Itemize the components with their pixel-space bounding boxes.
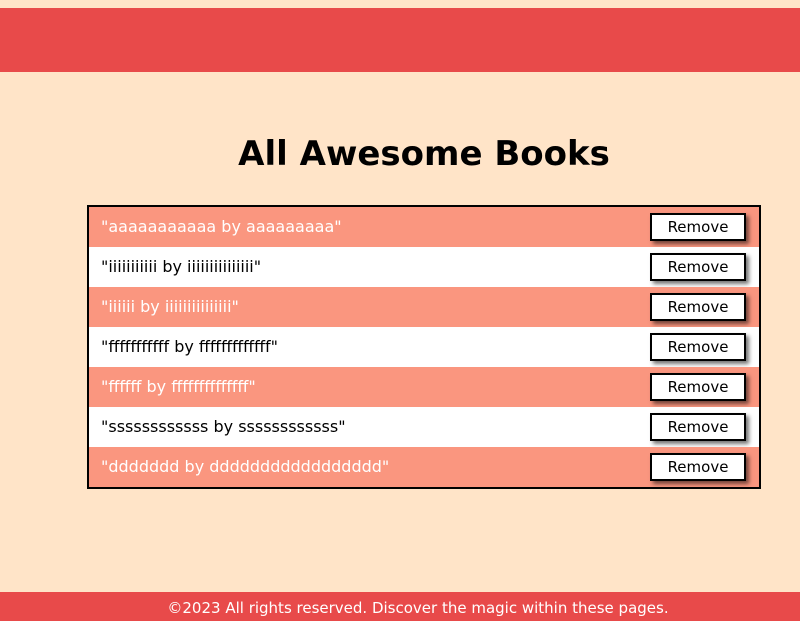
book-list: "aaaaaaaaaaa by aaaaaaaaa" Remove "iiiii…	[87, 205, 761, 489]
remove-button[interactable]: Remove	[650, 253, 746, 281]
remove-button[interactable]: Remove	[650, 373, 746, 401]
book-row: "iiiiii by iiiiiiiiiiiiiii" Remove	[89, 287, 759, 327]
remove-button[interactable]: Remove	[650, 293, 746, 321]
remove-button[interactable]: Remove	[650, 453, 746, 481]
book-title-author: "iiiiii by iiiiiiiiiiiiiii"	[101, 297, 239, 316]
book-row: "aaaaaaaaaaa by aaaaaaaaa" Remove	[89, 207, 759, 247]
book-row: "ffffff by ffffffffffffff" Remove	[89, 367, 759, 407]
book-title-author: "ffffff by ffffffffffffff"	[101, 377, 256, 396]
remove-button[interactable]: Remove	[650, 213, 746, 241]
book-title-author: "iiiiiiiiiii by iiiiiiiiiiiiiii"	[101, 257, 262, 276]
book-row: "ssssssssssss by ssssssssssss" Remove	[89, 407, 759, 447]
book-title-author: "ddddddd by ddddddddddddddddd"	[101, 457, 390, 476]
book-title-author: "ssssssssssss by ssssssssssss"	[101, 417, 346, 436]
remove-button[interactable]: Remove	[650, 413, 746, 441]
book-row: "iiiiiiiiiii by iiiiiiiiiiiiiii" Remove	[89, 247, 759, 287]
book-row: "fffffffffff by fffffffffffff" Remove	[89, 327, 759, 367]
book-title-author: "fffffffffff by fffffffffffff"	[101, 337, 279, 356]
book-row: "ddddddd by ddddddddddddddddd" Remove	[89, 447, 759, 487]
page-title: All Awesome Books	[238, 134, 610, 174]
top-header-bar	[0, 8, 800, 72]
remove-button[interactable]: Remove	[650, 333, 746, 361]
book-title-author: "aaaaaaaaaaa by aaaaaaaaa"	[101, 217, 342, 236]
footer: ©2023 All rights reserved. Discover the …	[0, 592, 800, 621]
footer-copyright: ©2023 All rights reserved. Discover the …	[167, 599, 669, 617]
